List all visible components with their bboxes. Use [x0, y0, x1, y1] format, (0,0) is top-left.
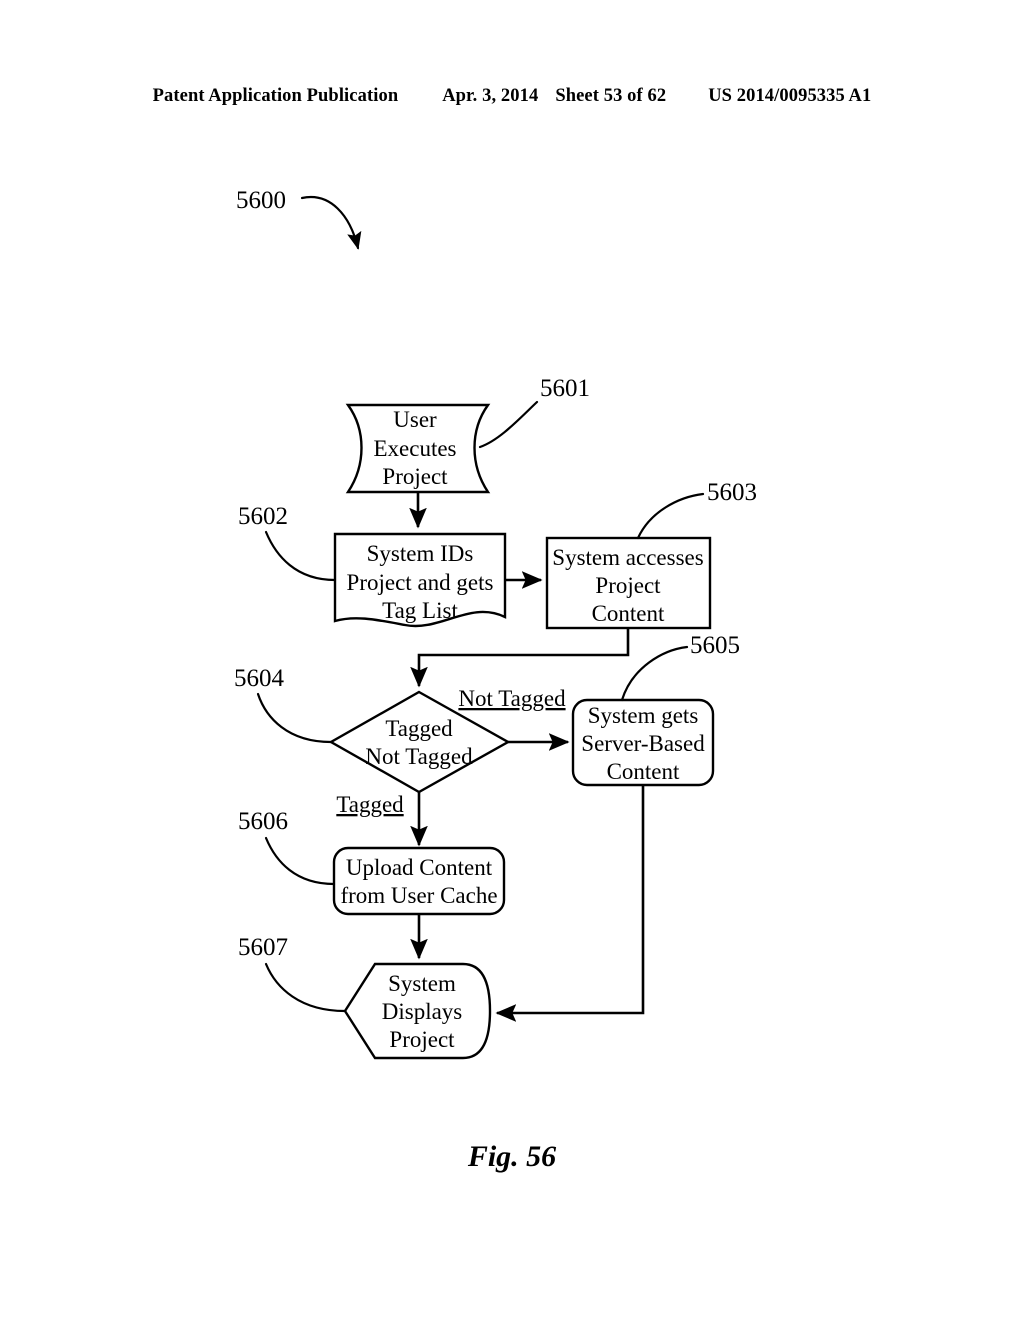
- node-5606-line-2: from User Cache: [340, 883, 497, 908]
- ref-numeral-5604: 5604: [234, 665, 285, 692]
- node-5603-line-2: Project: [595, 573, 661, 598]
- leader-arrow-5600: [300, 195, 362, 250]
- node-5602-line-2: Project and gets: [347, 570, 494, 595]
- edge-label-tagged: Tagged: [336, 792, 404, 817]
- leader-line-5601: [478, 400, 539, 449]
- node-5602-line-1: System IDs: [367, 541, 474, 566]
- ref-numeral-5607: 5607: [238, 934, 288, 961]
- node-5605-line-1: System gets: [588, 703, 699, 728]
- leader-line-5607: [264, 962, 347, 1013]
- connector-5603-to-5604: [410, 628, 630, 688]
- ref-numeral-5605: 5605: [690, 632, 740, 659]
- ref-numeral-5602: 5602: [238, 503, 288, 530]
- node-5601-line-1: User: [393, 407, 437, 432]
- node-5605-line-3: Content: [607, 759, 680, 784]
- flowchart-diagram: 5600 User Executes Project 5601 System I…: [234, 187, 757, 1060]
- figure-caption: Fig. 56: [467, 1140, 557, 1173]
- node-5603-line-3: Content: [592, 601, 665, 626]
- leader-line-5606: [264, 836, 336, 886]
- leader-line-5602: [264, 530, 337, 582]
- ref-numeral-5601: 5601: [540, 375, 590, 402]
- node-5607-line-1: System: [388, 971, 456, 996]
- leader-line-5605: [620, 645, 689, 702]
- ref-numeral-5603: 5603: [707, 479, 757, 506]
- node-5601-line-3: Project: [382, 464, 448, 489]
- node-5601-line-2: Executes: [373, 436, 456, 461]
- leader-line-5603: [636, 492, 705, 540]
- node-5606-line-1: Upload Content: [346, 855, 493, 880]
- ref-numeral-5606: 5606: [238, 808, 288, 835]
- leader-line-5604: [256, 692, 333, 744]
- patent-page: Patent Application Publication Apr. 3, 2…: [0, 0, 1024, 1320]
- ref-numeral-5600: 5600: [236, 187, 286, 214]
- connector-5605-to-5607: [495, 785, 645, 1022]
- node-5607-line-2: Displays: [382, 999, 463, 1024]
- node-5604-line-2: Not Tagged: [365, 744, 473, 769]
- node-5604-line-1: Tagged: [385, 716, 453, 741]
- edge-label-not-tagged: Not Tagged: [458, 686, 566, 711]
- node-5603-line-1: System accesses: [552, 545, 703, 570]
- node-5605-line-2: Server-Based: [581, 731, 705, 756]
- node-5607-line-3: Project: [389, 1027, 455, 1052]
- node-5602-line-3: Tag List: [382, 598, 458, 623]
